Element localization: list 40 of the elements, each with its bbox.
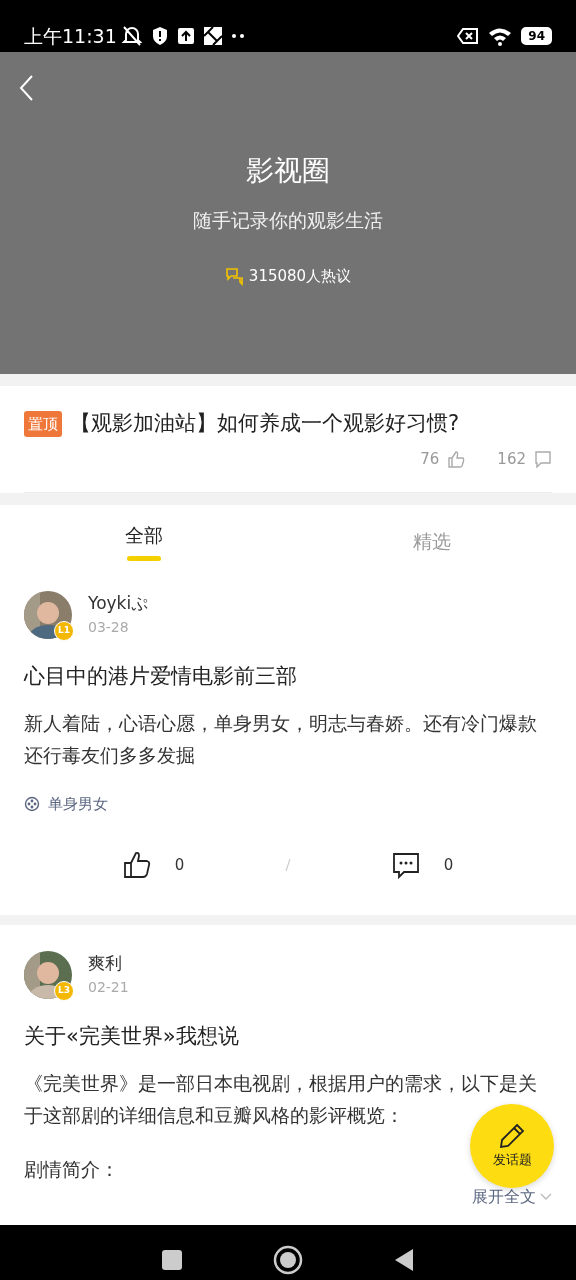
- comment-icon: [391, 851, 420, 879]
- level-badge: L3: [54, 981, 74, 1001]
- like-count: 76: [420, 448, 440, 470]
- back-icon: [18, 74, 36, 102]
- comment-count: 0: [443, 854, 454, 876]
- thumbs-up-icon: [447, 449, 466, 468]
- discussion-count: 315080人热议: [248, 265, 352, 287]
- pencil-icon: [498, 1122, 526, 1151]
- like-count: 0: [174, 854, 185, 876]
- shield-icon: [150, 26, 169, 46]
- chat-icon: [224, 265, 245, 286]
- expand-link[interactable]: 展开全文: [472, 1185, 552, 1209]
- circle-title: 影视圈: [246, 153, 330, 189]
- author-name[interactable]: 爽利: [88, 951, 129, 977]
- post-body: 新人着陆，心语心愿，单身男女，明志与春娇。还有冷门爆款还行毒友们多多发掘: [24, 710, 538, 768]
- post-title[interactable]: 关于«完美世界»我想说: [24, 1021, 552, 1053]
- post-date: 02-21: [88, 977, 129, 997]
- topic-tag[interactable]: 单身男女: [24, 792, 108, 815]
- battery-indicator: 94: [521, 27, 552, 45]
- more-icon: [230, 33, 245, 39]
- author-name[interactable]: Yoykiぷ: [88, 591, 149, 617]
- level-badge: L1: [54, 621, 74, 641]
- mute-icon: [120, 25, 143, 47]
- no-sim-icon: [457, 27, 480, 45]
- thumbs-up-icon: [122, 850, 151, 880]
- circle-subtitle: 随手记录你的观影生活: [193, 208, 383, 233]
- back-button[interactable]: [18, 74, 36, 102]
- tab[interactable]: 全部: [125, 505, 163, 565]
- comment-icon: [534, 449, 552, 468]
- upload-icon: [176, 27, 195, 45]
- post-date: 03-28: [88, 617, 130, 637]
- film-reel-icon: [24, 795, 40, 812]
- comment-count: 162: [497, 448, 526, 470]
- post-title[interactable]: 心目中的港片爱情电影前三部: [24, 661, 552, 693]
- post-body: 剧情简介：: [24, 1156, 119, 1182]
- divider-slash: [283, 858, 293, 872]
- pinned-post-title[interactable]: 【观影加油站】如何养成一个观影好习惯?: [70, 408, 460, 440]
- pinned-badge: 置顶: [24, 410, 62, 437]
- chevron-down-icon: [540, 1193, 552, 1201]
- status-time: 上午11:31: [24, 23, 117, 49]
